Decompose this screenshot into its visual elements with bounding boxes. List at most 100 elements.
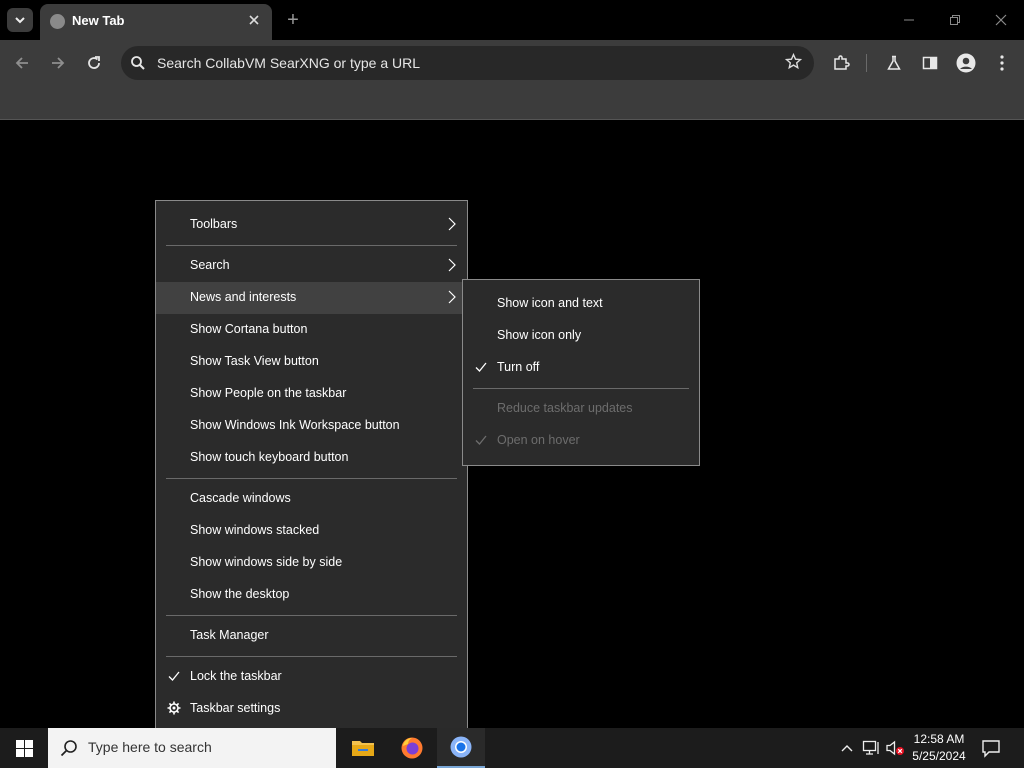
chevron-right-icon <box>448 217 456 231</box>
taskbar-app-firefox[interactable] <box>388 728 436 768</box>
menu-item-show-task-view-button[interactable]: Show Task View button <box>156 346 467 378</box>
chrome-menu-button[interactable] <box>990 51 1014 75</box>
checkmark-icon <box>475 435 487 445</box>
firefox-icon <box>401 737 423 759</box>
taskbar-context-menu: Toolbars Search News and interests Show … <box>155 200 468 734</box>
menu-item-label: Turn off <box>497 360 540 374</box>
close-window-button[interactable] <box>986 6 1016 34</box>
submenu-item-reduce-taskbar-updates: Reduce taskbar updates <box>463 393 699 425</box>
bookmarks-bar <box>0 86 1024 120</box>
forward-button[interactable] <box>46 51 70 75</box>
menu-item-search[interactable]: Search <box>156 250 467 282</box>
tab-new-tab[interactable]: New Tab <box>40 4 272 40</box>
menu-separator <box>473 388 689 389</box>
menu-item-label: Show icon only <box>497 328 582 342</box>
tab-title: New Tab <box>72 13 125 28</box>
address-bar-placeholder: Search CollabVM SearXNG or type a URL <box>157 55 420 71</box>
network-tray-button[interactable] <box>861 738 881 758</box>
reload-icon <box>88 56 100 69</box>
menu-separator <box>166 478 457 479</box>
clock-date: 5/25/2024 <box>912 749 966 763</box>
minimize-icon <box>904 19 914 21</box>
menu-separator <box>166 656 457 657</box>
menu-item-show-desktop[interactable]: Show the desktop <box>156 579 467 611</box>
action-center-button[interactable] <box>980 737 1002 759</box>
taskbar-app-file-explorer[interactable] <box>339 728 387 768</box>
minimize-button[interactable] <box>894 6 924 34</box>
menu-item-show-cortana-button[interactable]: Show Cortana button <box>156 314 467 346</box>
menu-item-task-manager[interactable]: Task Manager <box>156 620 467 652</box>
submenu-item-turn-off[interactable]: Turn off <box>463 352 699 384</box>
address-bar[interactable]: Search CollabVM SearXNG or type a URL <box>121 46 814 80</box>
menu-item-label: News and interests <box>190 290 297 304</box>
menu-item-show-ink-workspace[interactable]: Show Windows Ink Workspace button <box>156 410 467 442</box>
new-tab-button[interactable]: + <box>281 8 305 32</box>
more-vertical-icon <box>1000 55 1004 71</box>
profile-button[interactable] <box>954 51 978 75</box>
menu-item-label: Taskbar settings <box>190 701 281 715</box>
clock-time: 12:58 AM <box>913 732 965 746</box>
menu-item-label: Show touch keyboard button <box>190 450 349 464</box>
back-button[interactable] <box>10 51 34 75</box>
taskbar-clock[interactable]: 12:58 AM 5/25/2024 <box>906 731 972 765</box>
chevron-right-icon <box>448 290 456 304</box>
restore-button[interactable] <box>940 6 970 34</box>
checkmark-icon <box>475 362 487 372</box>
windows-logo-icon <box>15 739 33 757</box>
menu-item-label: Show People on the taskbar <box>190 386 347 400</box>
menu-item-cascade-windows[interactable]: Cascade windows <box>156 483 467 515</box>
menu-item-label: Show icon and text <box>497 296 603 310</box>
menu-item-lock-taskbar[interactable]: Lock the taskbar <box>156 661 467 693</box>
menu-item-show-touch-keyboard[interactable]: Show touch keyboard button <box>156 442 467 474</box>
close-icon <box>249 15 259 25</box>
volume-tray-button[interactable] <box>885 738 905 758</box>
arrow-left-icon <box>15 57 28 69</box>
menu-item-label: Lock the taskbar <box>190 669 282 683</box>
network-icon <box>862 740 879 755</box>
avatar-icon <box>956 53 976 73</box>
browser-toolbar: Search CollabVM SearXNG or type a URL <box>0 40 1024 86</box>
start-button[interactable] <box>0 728 48 768</box>
menu-separator <box>166 615 457 616</box>
extensions-button[interactable] <box>829 51 853 75</box>
side-panel-button[interactable] <box>918 51 942 75</box>
menu-item-show-people[interactable]: Show People on the taskbar <box>156 378 467 410</box>
chevron-up-icon <box>841 745 853 752</box>
reload-button[interactable] <box>82 51 106 75</box>
show-hidden-icons-button[interactable] <box>837 738 857 758</box>
menu-item-taskbar-settings[interactable]: Taskbar settings <box>156 693 467 725</box>
bookmark-star-button[interactable] <box>784 52 803 75</box>
taskbar-search-placeholder: Type here to search <box>88 739 212 755</box>
submenu-item-show-icon-only[interactable]: Show icon only <box>463 320 699 352</box>
side-panel-icon <box>922 56 938 70</box>
labs-button[interactable] <box>882 51 906 75</box>
tab-search-button[interactable] <box>7 8 33 32</box>
windows-taskbar: Type here to search 12:58 AM 5/25/2024 <box>0 728 1024 768</box>
menu-item-label: Search <box>190 258 230 272</box>
submenu-item-open-on-hover: Open on hover <box>463 425 699 457</box>
menu-item-show-windows-stacked[interactable]: Show windows stacked <box>156 515 467 547</box>
volume-muted-icon <box>886 740 904 756</box>
menu-item-toolbars[interactable]: Toolbars <box>156 209 467 241</box>
chevron-right-icon <box>448 258 456 272</box>
file-explorer-icon <box>352 741 374 756</box>
menu-item-label: Show Windows Ink Workspace button <box>190 418 400 432</box>
menu-item-label: Toolbars <box>190 217 238 231</box>
menu-item-label: Cascade windows <box>190 491 291 505</box>
taskbar-search-box[interactable]: Type here to search <box>48 728 336 768</box>
menu-item-show-windows-side-by-side[interactable]: Show windows side by side <box>156 547 467 579</box>
menu-item-label: Show windows side by side <box>190 555 343 569</box>
submenu-item-show-icon-and-text[interactable]: Show icon and text <box>463 288 699 320</box>
news-and-interests-submenu: Show icon and text Show icon only Turn o… <box>462 279 700 466</box>
close-tab-button[interactable] <box>244 10 264 30</box>
menu-item-news-and-interests[interactable]: News and interests <box>156 282 467 314</box>
taskbar-app-chrome[interactable] <box>437 728 485 768</box>
arrow-right-icon <box>52 57 65 69</box>
puzzle-icon <box>834 55 850 70</box>
notification-icon <box>982 740 1000 758</box>
menu-item-label: Show windows stacked <box>190 523 320 537</box>
search-icon <box>60 740 77 757</box>
gear-icon <box>167 701 181 715</box>
menu-item-label: Show the desktop <box>190 587 290 601</box>
chrome-icon <box>450 736 472 758</box>
